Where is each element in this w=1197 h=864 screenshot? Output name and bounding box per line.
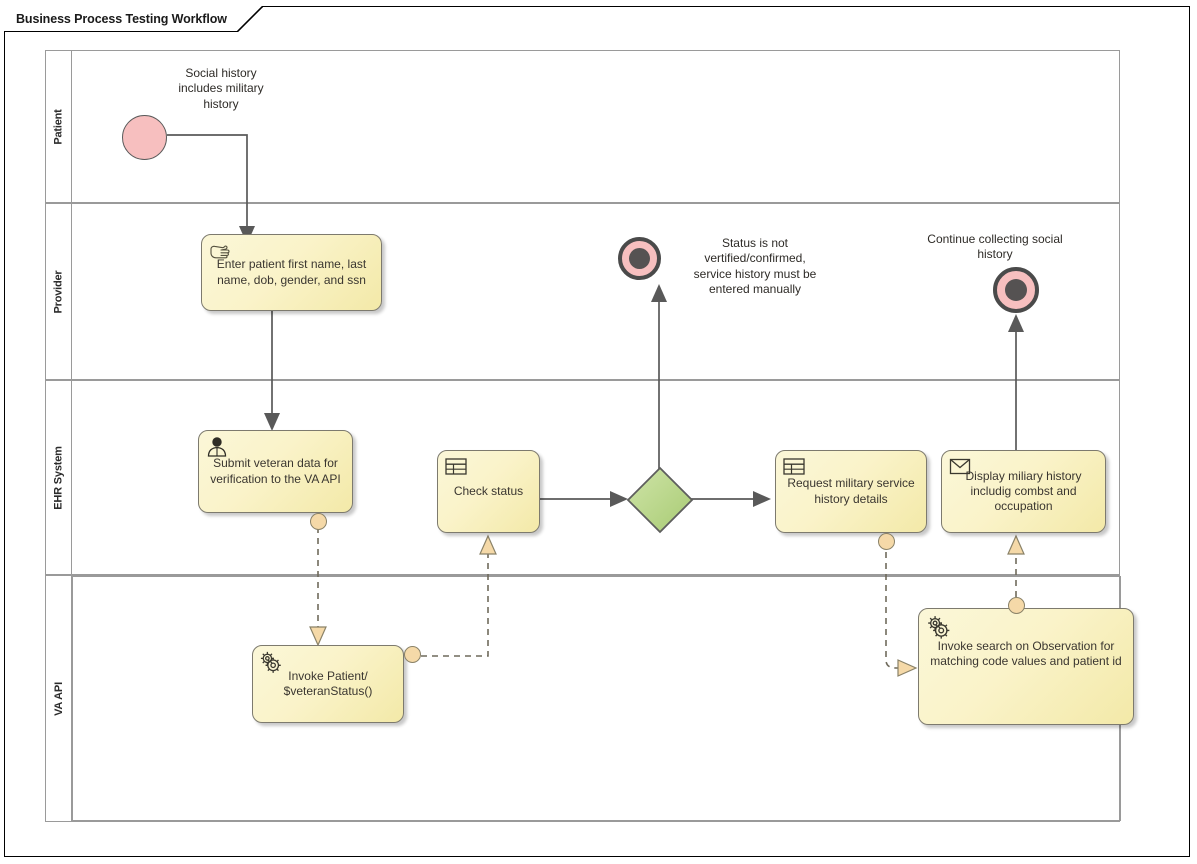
task-enter-patient-demographics[interactable]: Enter patient first name, last name, dob…: [201, 234, 382, 311]
annotation-continue-collecting: Continue collecting social history: [927, 232, 1063, 262]
task-label-check-status: Check status: [453, 483, 524, 498]
task-label-invoke-search-observation: Invoke search on Observation for matchin…: [930, 639, 1122, 669]
lane-header-va-api: VA API: [46, 576, 72, 821]
end-event-status-not-verified[interactable]: [618, 237, 661, 280]
task-label-enter-patient-demographics: Enter patient first name, last name, dob…: [216, 257, 367, 287]
end-event-inner-marker-2: [1005, 279, 1027, 301]
user-task-person-icon: [207, 437, 227, 457]
service-task-gears-icon: [260, 651, 281, 673]
exclusive-gateway-status[interactable]: [626, 466, 694, 534]
task-submit-veteran-data[interactable]: Submit veteran data for verification to …: [198, 430, 353, 513]
lane-label-provider: Provider: [52, 269, 65, 314]
message-marker-submit-veteran-data[interactable]: [310, 513, 327, 530]
task-request-military-service-history[interactable]: Request military service history details: [775, 450, 927, 533]
task-label-invoke-patient-veteran-status: Invoke Patient/ $veteranStatus(): [283, 668, 373, 698]
start-event-social-history[interactable]: [122, 115, 167, 160]
business-rule-task-table-icon-2: [783, 458, 805, 475]
lane-label-ehr-system: EHR System: [52, 445, 65, 510]
diagram-title-tab: Business Process Testing Workflow: [4, 6, 263, 32]
lane-header-ehr-system: EHR System: [46, 381, 72, 574]
task-label-request-military-service-history: Request military service history details: [787, 476, 915, 506]
lane-header-provider: Provider: [46, 204, 72, 379]
message-marker-invoke-search-observation[interactable]: [1008, 597, 1025, 614]
lane-label-patient: Patient: [52, 108, 65, 145]
task-invoke-search-observation[interactable]: Invoke search on Observation for matchin…: [918, 608, 1134, 725]
business-rule-task-table-icon: [445, 458, 467, 475]
task-display-military-history[interactable]: Display miliary history includig combst …: [941, 450, 1106, 533]
task-check-status[interactable]: Check status: [437, 450, 540, 533]
lane-label-va-api: VA API: [52, 681, 65, 716]
message-marker-request-military-service-history[interactable]: [878, 533, 895, 550]
message-marker-invoke-patient-veteran-status[interactable]: [404, 646, 421, 663]
task-label-submit-veteran-data: Submit veteran data for verification to …: [210, 456, 341, 486]
task-invoke-patient-veteran-status[interactable]: Invoke Patient/ $veteranStatus(): [252, 645, 404, 723]
end-event-inner-marker: [629, 248, 650, 269]
diagram-title-tab-body: Business Process Testing Workflow: [4, 6, 263, 32]
diagram-title: Business Process Testing Workflow: [16, 11, 227, 26]
bpmn-diagram-canvas: Business Process Testing Workflow Patien…: [0, 0, 1197, 864]
annotation-status-not-verified: Status is not vertified/confirmed, servi…: [693, 236, 817, 297]
task-label-display-military-history: Display miliary history includig combst …: [965, 468, 1082, 514]
title-tab-slant-icon: [237, 6, 263, 32]
lane-header-patient: Patient: [46, 51, 72, 202]
end-event-continue-collecting[interactable]: [993, 267, 1039, 313]
annotation-social-history: Social history includes military history: [178, 66, 264, 111]
